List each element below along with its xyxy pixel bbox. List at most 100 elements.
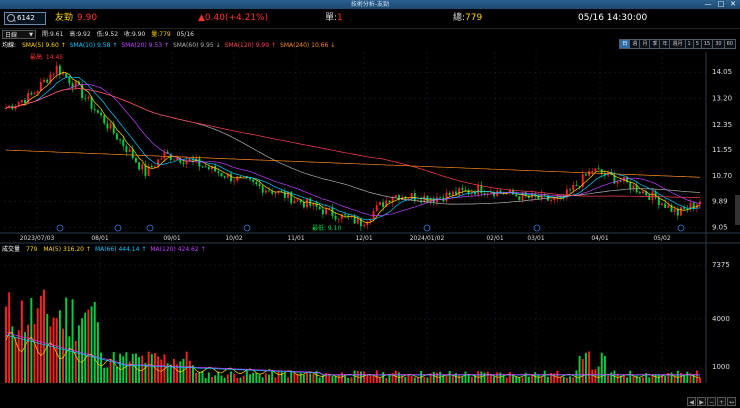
candle-body bbox=[486, 193, 489, 195]
candle-body bbox=[74, 81, 77, 88]
volume-bar bbox=[242, 375, 245, 383]
candle-body bbox=[572, 184, 575, 191]
volume-bar bbox=[486, 371, 489, 383]
volume-bar bbox=[8, 292, 11, 383]
volume-bar bbox=[521, 377, 524, 383]
candle-body bbox=[39, 81, 42, 91]
volume-bar bbox=[493, 376, 495, 383]
candle-body bbox=[84, 98, 87, 99]
candle-body bbox=[172, 159, 175, 161]
volume-bar bbox=[404, 377, 407, 383]
candle-body bbox=[378, 202, 381, 206]
volume-bar bbox=[96, 322, 99, 383]
candle-body bbox=[651, 191, 654, 200]
zoom-out-icon[interactable]: − bbox=[707, 397, 716, 406]
volume-bar bbox=[14, 337, 17, 383]
candle-body bbox=[103, 115, 106, 124]
scroll-right-icon[interactable]: ▶ bbox=[697, 397, 706, 406]
volume-bar bbox=[670, 372, 673, 383]
volume-bar bbox=[277, 371, 280, 383]
chart-nav-controls: ◀ ▶ − + ↔ bbox=[686, 389, 736, 406]
price-tick-label: 10.70 bbox=[712, 172, 732, 180]
zoom-in-icon[interactable]: + bbox=[717, 397, 726, 406]
candle-body bbox=[119, 139, 122, 141]
date-tick-label: 08/01 bbox=[91, 235, 108, 242]
volume-bar bbox=[55, 318, 58, 383]
price-tick-label: 9.05 bbox=[712, 223, 728, 231]
volume-bar bbox=[131, 353, 134, 383]
volume-bar bbox=[664, 375, 667, 383]
candle-body bbox=[550, 200, 553, 201]
volume-bar bbox=[407, 374, 410, 383]
date-tick-label: 03/01 bbox=[527, 235, 544, 242]
price-tick-label: 13.20 bbox=[712, 95, 732, 103]
volume-bar bbox=[423, 376, 426, 383]
volume-bar bbox=[290, 371, 293, 383]
volume-bar bbox=[334, 375, 337, 383]
reset-view-icon[interactable]: ↔ bbox=[727, 397, 736, 406]
volume-bar bbox=[103, 367, 106, 383]
candle-body bbox=[413, 193, 416, 201]
candle-body bbox=[302, 202, 305, 208]
event-marker-icon bbox=[56, 224, 64, 232]
candle-body bbox=[58, 65, 61, 75]
candle-body bbox=[217, 171, 220, 173]
volume-bar bbox=[271, 370, 274, 383]
candle-body bbox=[588, 171, 591, 176]
candle-body bbox=[55, 65, 58, 74]
volume-bar bbox=[505, 377, 508, 383]
chart-scrollbar[interactable] bbox=[735, 195, 740, 225]
scroll-left-icon[interactable]: ◀ bbox=[687, 397, 696, 406]
candle-body bbox=[261, 185, 264, 193]
volume-bar bbox=[426, 377, 429, 383]
candle-body bbox=[214, 165, 217, 172]
volume-bar bbox=[410, 375, 413, 383]
candle-body bbox=[337, 219, 340, 221]
volume-bar bbox=[252, 372, 255, 383]
candle-body bbox=[629, 182, 632, 190]
candle-body bbox=[489, 192, 492, 194]
volume-bar bbox=[309, 373, 312, 383]
volume-bar bbox=[299, 372, 302, 383]
candle-body bbox=[657, 197, 660, 206]
high-annotation: 最高: 14.45 bbox=[30, 53, 63, 61]
volume-bar bbox=[119, 353, 122, 383]
candle-body bbox=[483, 193, 486, 194]
candle-body bbox=[134, 158, 137, 163]
volume-bar bbox=[344, 376, 347, 383]
candle-body bbox=[33, 92, 36, 95]
volume-bar bbox=[369, 375, 372, 383]
candle-body bbox=[150, 165, 153, 168]
volume-bar bbox=[84, 312, 87, 383]
volume-bar bbox=[451, 375, 454, 383]
candle-body bbox=[597, 168, 600, 170]
candle-body bbox=[648, 195, 651, 200]
candle-body bbox=[157, 159, 160, 167]
volume-bar bbox=[214, 375, 217, 383]
volume-bar bbox=[467, 374, 470, 383]
volume-bar bbox=[195, 372, 198, 383]
volume-bar bbox=[432, 371, 435, 383]
date-tick-label: 2023/07/03 bbox=[20, 235, 55, 242]
volume-bar bbox=[518, 377, 521, 383]
candle-body bbox=[521, 192, 524, 201]
volume-bar bbox=[483, 372, 486, 383]
volume-bar bbox=[629, 370, 632, 383]
volume-bar bbox=[385, 378, 388, 383]
volume-bar bbox=[363, 371, 366, 383]
candle-body bbox=[448, 192, 451, 196]
price-volume-chart[interactable]: 14.05 13.20 12.35 11.55 10.70 9.89 9.05 7375 400… bbox=[0, 0, 740, 401]
volume-bar bbox=[417, 376, 419, 383]
volume-bar bbox=[33, 324, 36, 383]
date-tick-label: 12/01 bbox=[355, 235, 372, 242]
candle-body bbox=[100, 112, 103, 116]
candle-body bbox=[223, 176, 226, 178]
candle-body bbox=[96, 110, 99, 113]
volume-bar bbox=[676, 370, 679, 383]
candle-body bbox=[30, 92, 33, 95]
candle-body bbox=[600, 169, 603, 174]
candle-body bbox=[182, 162, 185, 164]
volume-bar bbox=[445, 374, 448, 383]
volume-bar bbox=[255, 372, 258, 383]
volume-bar bbox=[382, 372, 385, 383]
